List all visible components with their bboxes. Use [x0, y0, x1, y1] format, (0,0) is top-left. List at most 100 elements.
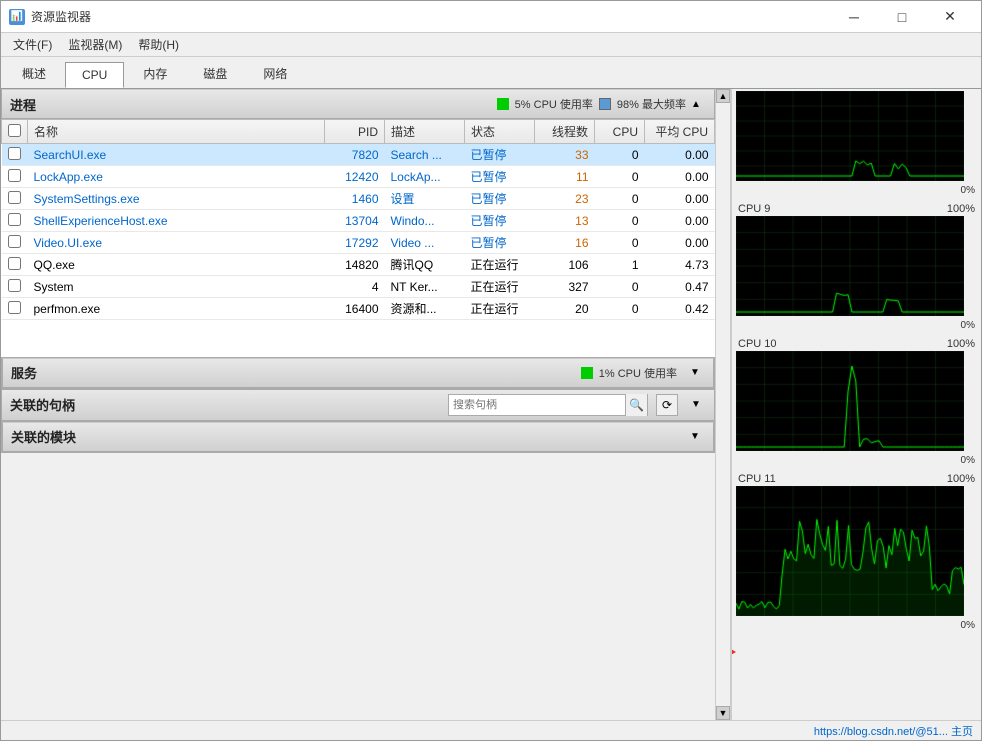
col-checkbox[interactable] — [2, 120, 28, 144]
max-freq-text: 98% 最大频率 — [617, 96, 686, 112]
row-avg-cpu: 4.73 — [645, 254, 715, 276]
row-checkbox-cell[interactable] — [2, 144, 28, 166]
row-desc: NT Ker... — [385, 276, 465, 298]
process-title: 进程 — [10, 95, 497, 114]
row-checkbox[interactable] — [8, 169, 21, 182]
cpu8-pct: 0% — [736, 184, 977, 197]
row-pid: 12420 — [325, 166, 385, 188]
row-checkbox[interactable] — [8, 213, 21, 226]
maximize-button[interactable]: □ — [879, 2, 925, 32]
col-name[interactable]: 名称 — [28, 120, 325, 144]
row-status: 已暂停 — [465, 166, 535, 188]
row-pid: 16400 — [325, 298, 385, 320]
services-collapse-btn[interactable]: ▼ — [685, 363, 705, 383]
tab-disk[interactable]: 磁盘 — [186, 59, 244, 88]
services-section: 服务 1% CPU 使用率 ▼ — [1, 357, 715, 389]
menu-file[interactable]: 文件(F) — [5, 34, 60, 55]
row-checkbox[interactable] — [8, 301, 21, 314]
main-content: 进程 5% CPU 使用率 98% 最大频率 ▲ 名称 — [1, 89, 981, 720]
row-cpu: 0 — [595, 166, 645, 188]
row-threads: 106 — [535, 254, 595, 276]
services-info: 1% CPU 使用率 — [581, 365, 677, 381]
cpu10-graph — [736, 351, 964, 451]
row-desc: LockAp... — [385, 166, 465, 188]
select-all-checkbox[interactable] — [8, 124, 21, 137]
cpu10-label: CPU 10 — [738, 338, 777, 350]
row-checkbox[interactable] — [8, 235, 21, 248]
tab-memory[interactable]: 内存 — [126, 59, 184, 88]
row-checkbox[interactable] — [8, 257, 21, 270]
left-scrollbar[interactable]: ▲ ▼ — [715, 89, 731, 720]
row-checkbox-cell[interactable] — [2, 210, 28, 232]
tab-overview[interactable]: 概述 — [5, 59, 63, 88]
modules-section: 关联的模块 ▼ — [1, 421, 715, 453]
max-freq-indicator — [599, 98, 611, 110]
app-icon: 📊 — [9, 9, 25, 25]
modules-title: 关联的模块 — [11, 427, 685, 446]
table-row[interactable]: System 4 NT Ker... 正在运行 327 0 0.47 — [2, 276, 715, 298]
row-checkbox-cell[interactable] — [2, 298, 28, 320]
cpu11-pct: 100% — [947, 473, 975, 485]
row-name: perfmon.exe — [28, 298, 325, 320]
search-icon-btn[interactable]: 🔍 — [625, 394, 647, 416]
col-pid[interactable]: PID — [325, 120, 385, 144]
main-window: 📊 资源监视器 ─ □ ✕ 文件(F) 监视器(M) 帮助(H) 概述 CPU … — [0, 0, 982, 741]
menu-monitor[interactable]: 监视器(M) — [60, 34, 130, 55]
menu-help[interactable]: 帮助(H) — [130, 34, 187, 55]
row-cpu: 0 — [595, 276, 645, 298]
cpu9-pct-bottom: 0% — [736, 319, 977, 332]
col-desc[interactable]: 描述 — [385, 120, 465, 144]
row-checkbox-cell[interactable] — [2, 166, 28, 188]
row-threads: 23 — [535, 188, 595, 210]
minimize-button[interactable]: ─ — [831, 2, 877, 32]
right-scroll[interactable]: 0% CPU 9 100% 0% CPU 10 100% — [732, 89, 981, 720]
cpu9-graph — [736, 216, 964, 316]
search-input[interactable] — [449, 399, 625, 411]
row-checkbox-cell[interactable] — [2, 188, 28, 210]
table-row[interactable]: SearchUI.exe 7820 Search ... 已暂停 33 0 0.… — [2, 144, 715, 166]
row-checkbox-cell[interactable] — [2, 276, 28, 298]
table-row[interactable]: Video.UI.exe 17292 Video ... 已暂停 16 0 0.… — [2, 232, 715, 254]
left-panel: 进程 5% CPU 使用率 98% 最大频率 ▲ 名称 — [1, 89, 715, 720]
modules-header[interactable]: 关联的模块 ▼ — [2, 422, 714, 452]
col-status[interactable]: 状态 — [465, 120, 535, 144]
services-header[interactable]: 服务 1% CPU 使用率 ▼ — [2, 358, 714, 388]
handles-collapse-btn[interactable]: ▼ — [686, 395, 706, 415]
process-header[interactable]: 进程 5% CPU 使用率 98% 最大频率 ▲ — [1, 89, 715, 119]
row-desc: 设置 — [385, 188, 465, 210]
table-row[interactable]: perfmon.exe 16400 资源和... 正在运行 20 0 0.42 — [2, 298, 715, 320]
modules-collapse-btn[interactable]: ▼ — [685, 427, 705, 447]
tab-cpu[interactable]: CPU — [65, 62, 124, 88]
process-collapse-btn[interactable]: ▲ — [686, 94, 706, 114]
refresh-btn[interactable]: ⟳ — [656, 394, 678, 416]
table-row[interactable]: SystemSettings.exe 1460 设置 已暂停 23 0 0.00 — [2, 188, 715, 210]
tab-bar: 概述 CPU 内存 磁盘 网络 — [1, 57, 981, 89]
scroll-up-btn[interactable]: ▲ — [716, 89, 730, 103]
row-status: 正在运行 — [465, 276, 535, 298]
table-row[interactable]: ShellExperienceHost.exe 13704 Windo... 已… — [2, 210, 715, 232]
process-section: 进程 5% CPU 使用率 98% 最大频率 ▲ 名称 — [1, 89, 715, 357]
col-threads[interactable]: 线程数 — [535, 120, 595, 144]
col-cpu[interactable]: CPU — [595, 120, 645, 144]
tab-network[interactable]: 网络 — [246, 59, 304, 88]
handles-title: 关联的句柄 — [10, 395, 440, 414]
scroll-down-btn[interactable]: ▼ — [716, 706, 730, 720]
window-title: 资源监视器 — [31, 8, 91, 25]
close-button[interactable]: ✕ — [927, 2, 973, 32]
window-controls: ─ □ ✕ — [831, 2, 973, 32]
table-row[interactable]: QQ.exe 14820 腾讯QQ 正在运行 106 1 4.73 — [2, 254, 715, 276]
row-checkbox[interactable] — [8, 147, 21, 160]
table-row[interactable]: LockApp.exe 12420 LockAp... 已暂停 11 0 0.0… — [2, 166, 715, 188]
row-checkbox[interactable] — [8, 279, 21, 292]
row-name: ShellExperienceHost.exe — [28, 210, 325, 232]
col-avg-cpu[interactable]: 平均 CPU — [645, 120, 715, 144]
cpu11-container: CPU 11 100% 0% — [732, 469, 981, 634]
row-threads: 33 — [535, 144, 595, 166]
search-box-container: 🔍 — [448, 394, 648, 416]
row-checkbox-cell[interactable] — [2, 232, 28, 254]
row-checkbox[interactable] — [8, 191, 21, 204]
row-checkbox-cell[interactable] — [2, 254, 28, 276]
row-status: 已暂停 — [465, 144, 535, 166]
row-threads: 327 — [535, 276, 595, 298]
process-table-container[interactable]: 名称 PID 描述 状态 线程数 CPU 平均 CPU SearchUI. — [1, 119, 715, 357]
